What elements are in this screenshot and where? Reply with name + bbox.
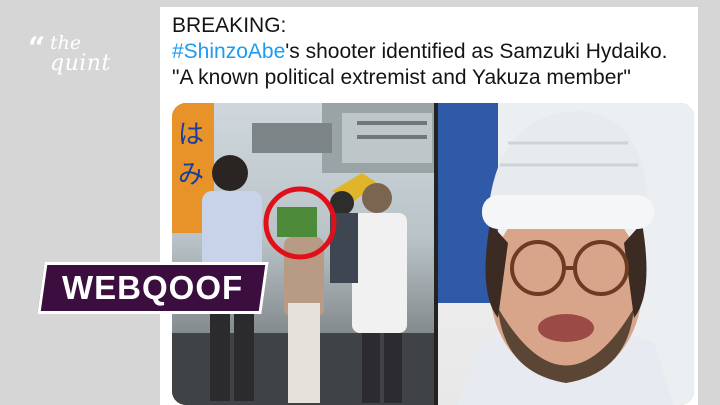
crowd-photo[interactable]: は み	[172, 103, 434, 405]
the-quint-logo: “ the quint	[28, 31, 111, 78]
selfie-photo-illustration	[438, 103, 694, 405]
svg-text:は: は	[178, 120, 204, 150]
selfie-photo[interactable]	[438, 103, 694, 405]
tweet-heading: BREAKING:	[172, 14, 287, 37]
tweet-line-3: "A known political extremist and Yakuza …	[172, 66, 631, 89]
crowd-photo-illustration: は み	[172, 103, 434, 405]
svg-text:み: み	[178, 160, 204, 190]
tweet-media: は み	[172, 103, 694, 405]
tweet-line-2-text: 's shooter identified as Samzuki Hydaiko…	[285, 40, 668, 63]
logo-text-quint: quint	[50, 51, 111, 76]
logo-quote-mark: “	[28, 31, 46, 66]
webqoof-badge: WEBQOOF	[37, 262, 269, 314]
tweet-line-2: #ShinzoAbe's shooter identified as Samzu…	[172, 39, 692, 65]
tweet-card: BREAKING: #ShinzoAbe's shooter identifie…	[160, 7, 698, 405]
webqoof-label: WEBQOOF	[62, 269, 244, 306]
tweet-text: BREAKING: #ShinzoAbe's shooter identifie…	[172, 13, 692, 91]
hashtag-link[interactable]: #ShinzoAbe	[172, 40, 285, 63]
